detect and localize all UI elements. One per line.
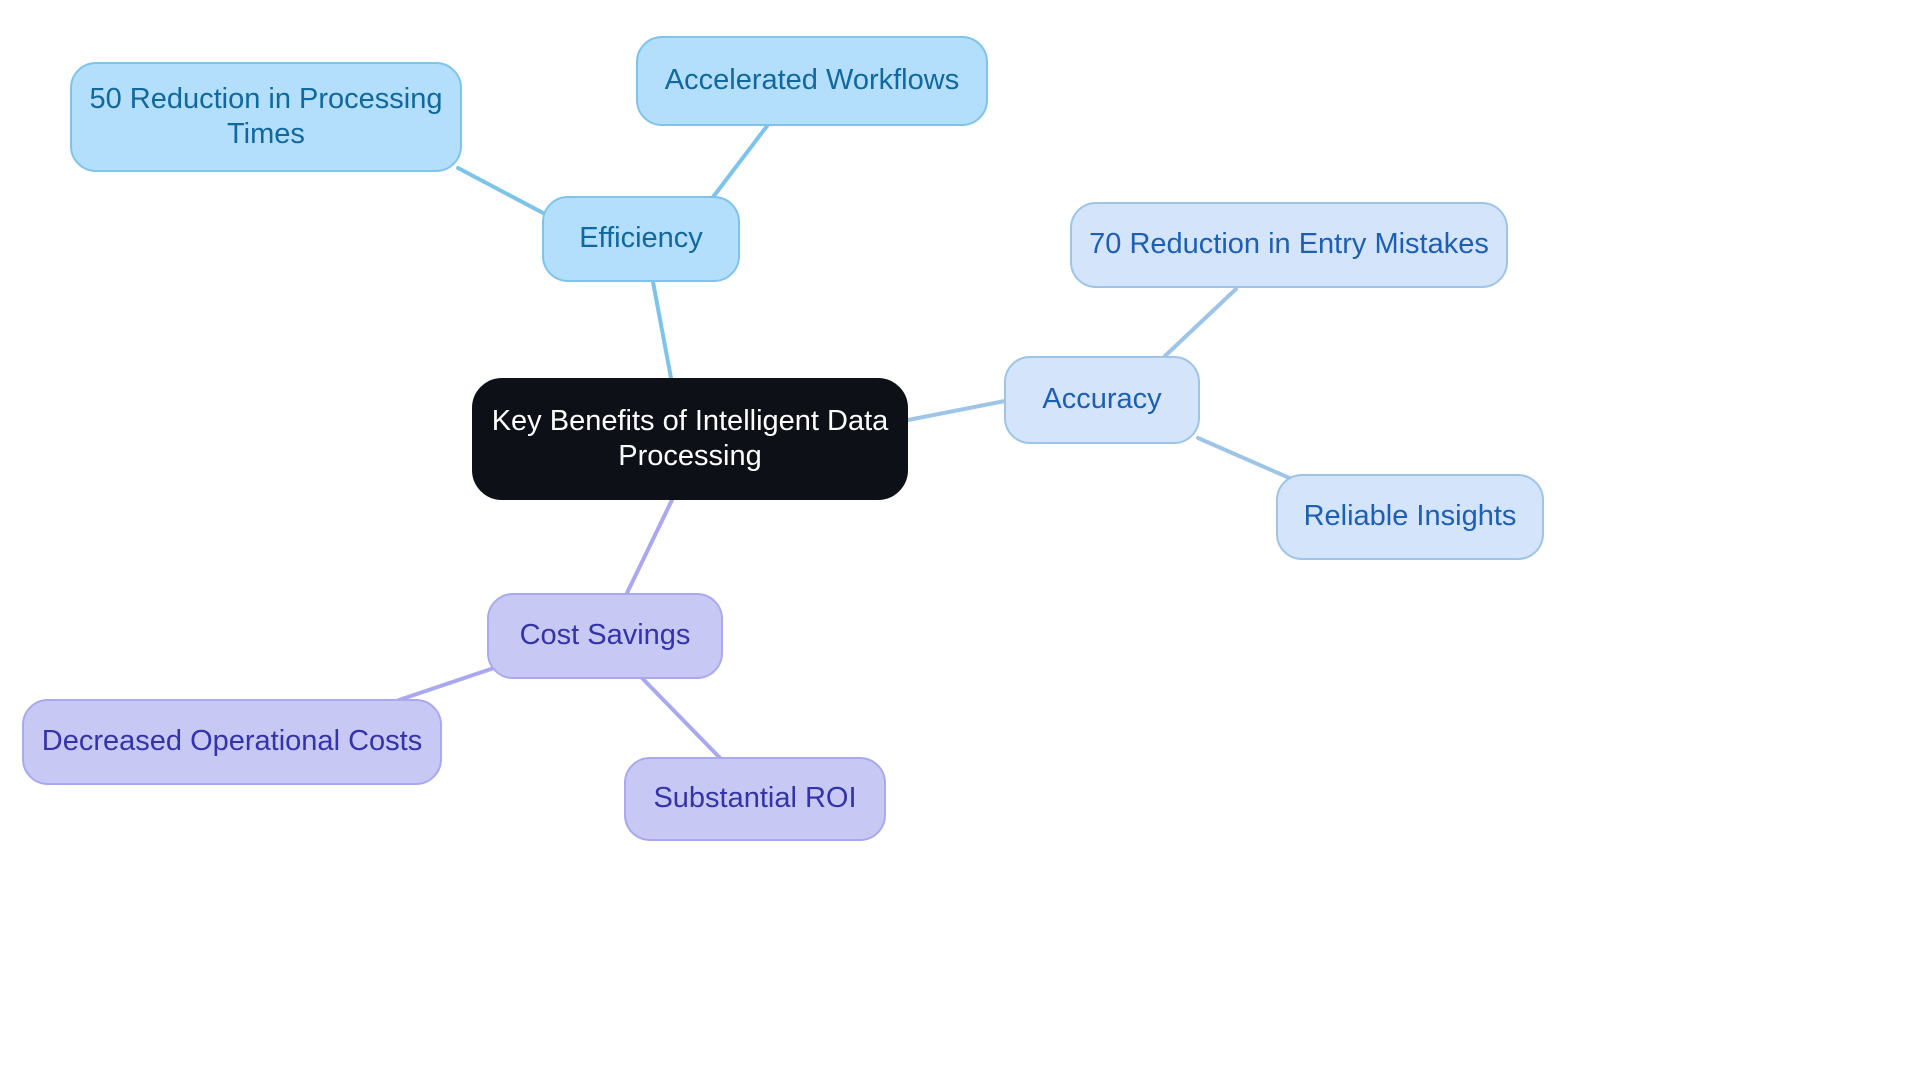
node-root[interactable]: Key Benefits of Intelligent Data Process…	[472, 378, 908, 500]
edge-root-efficiency	[651, 280, 673, 380]
node-substantial-roi-label: Substantial ROI	[653, 782, 857, 815]
edge-efficiency-reduction-processing-times	[456, 166, 547, 216]
edge-accuracy-reliable-insights	[1196, 436, 1296, 482]
node-reliable-insights-label: Reliable Insights	[1303, 500, 1517, 533]
node-accuracy-label: Accuracy	[1042, 383, 1162, 416]
node-accuracy[interactable]: Accuracy	[1004, 356, 1200, 444]
node-reduction-in-processing-times-label: 50 Reduction in Processing Times	[89, 82, 443, 150]
node-efficiency-label: Efficiency	[579, 222, 703, 255]
node-decreased-operational-costs[interactable]: Decreased Operational Costs	[22, 699, 442, 785]
edge-cost-savings-decreased-operational-costs	[397, 666, 496, 702]
edge-cost-savings-substantial-roi	[640, 676, 724, 762]
node-cost-savings[interactable]: Cost Savings	[487, 593, 723, 679]
edge-root-cost-savings	[625, 498, 674, 595]
node-efficiency[interactable]: Efficiency	[542, 196, 740, 282]
mindmap-canvas: Key Benefits of Intelligent Data Process…	[0, 0, 1920, 1083]
node-accelerated-workflows[interactable]: Accelerated Workflows	[636, 36, 988, 126]
edge-accuracy-reduction-entry-mistakes	[1163, 287, 1238, 358]
edge-efficiency-accelerated-workflows	[705, 124, 769, 207]
node-reduction-in-entry-mistakes-label: 70 Reduction in Entry Mistakes	[1089, 228, 1489, 261]
node-reduction-in-entry-mistakes[interactable]: 70 Reduction in Entry Mistakes	[1070, 202, 1508, 288]
node-cost-savings-label: Cost Savings	[519, 619, 691, 652]
node-substantial-roi[interactable]: Substantial ROI	[624, 757, 886, 841]
node-decreased-operational-costs-label: Decreased Operational Costs	[41, 725, 423, 758]
node-root-label: Key Benefits of Intelligent Data Process…	[491, 404, 889, 472]
node-reduction-in-processing-times[interactable]: 50 Reduction in Processing Times	[70, 62, 462, 172]
node-accelerated-workflows-label: Accelerated Workflows	[664, 64, 960, 97]
node-reliable-insights[interactable]: Reliable Insights	[1276, 474, 1544, 560]
edge-root-accuracy	[906, 399, 1007, 422]
